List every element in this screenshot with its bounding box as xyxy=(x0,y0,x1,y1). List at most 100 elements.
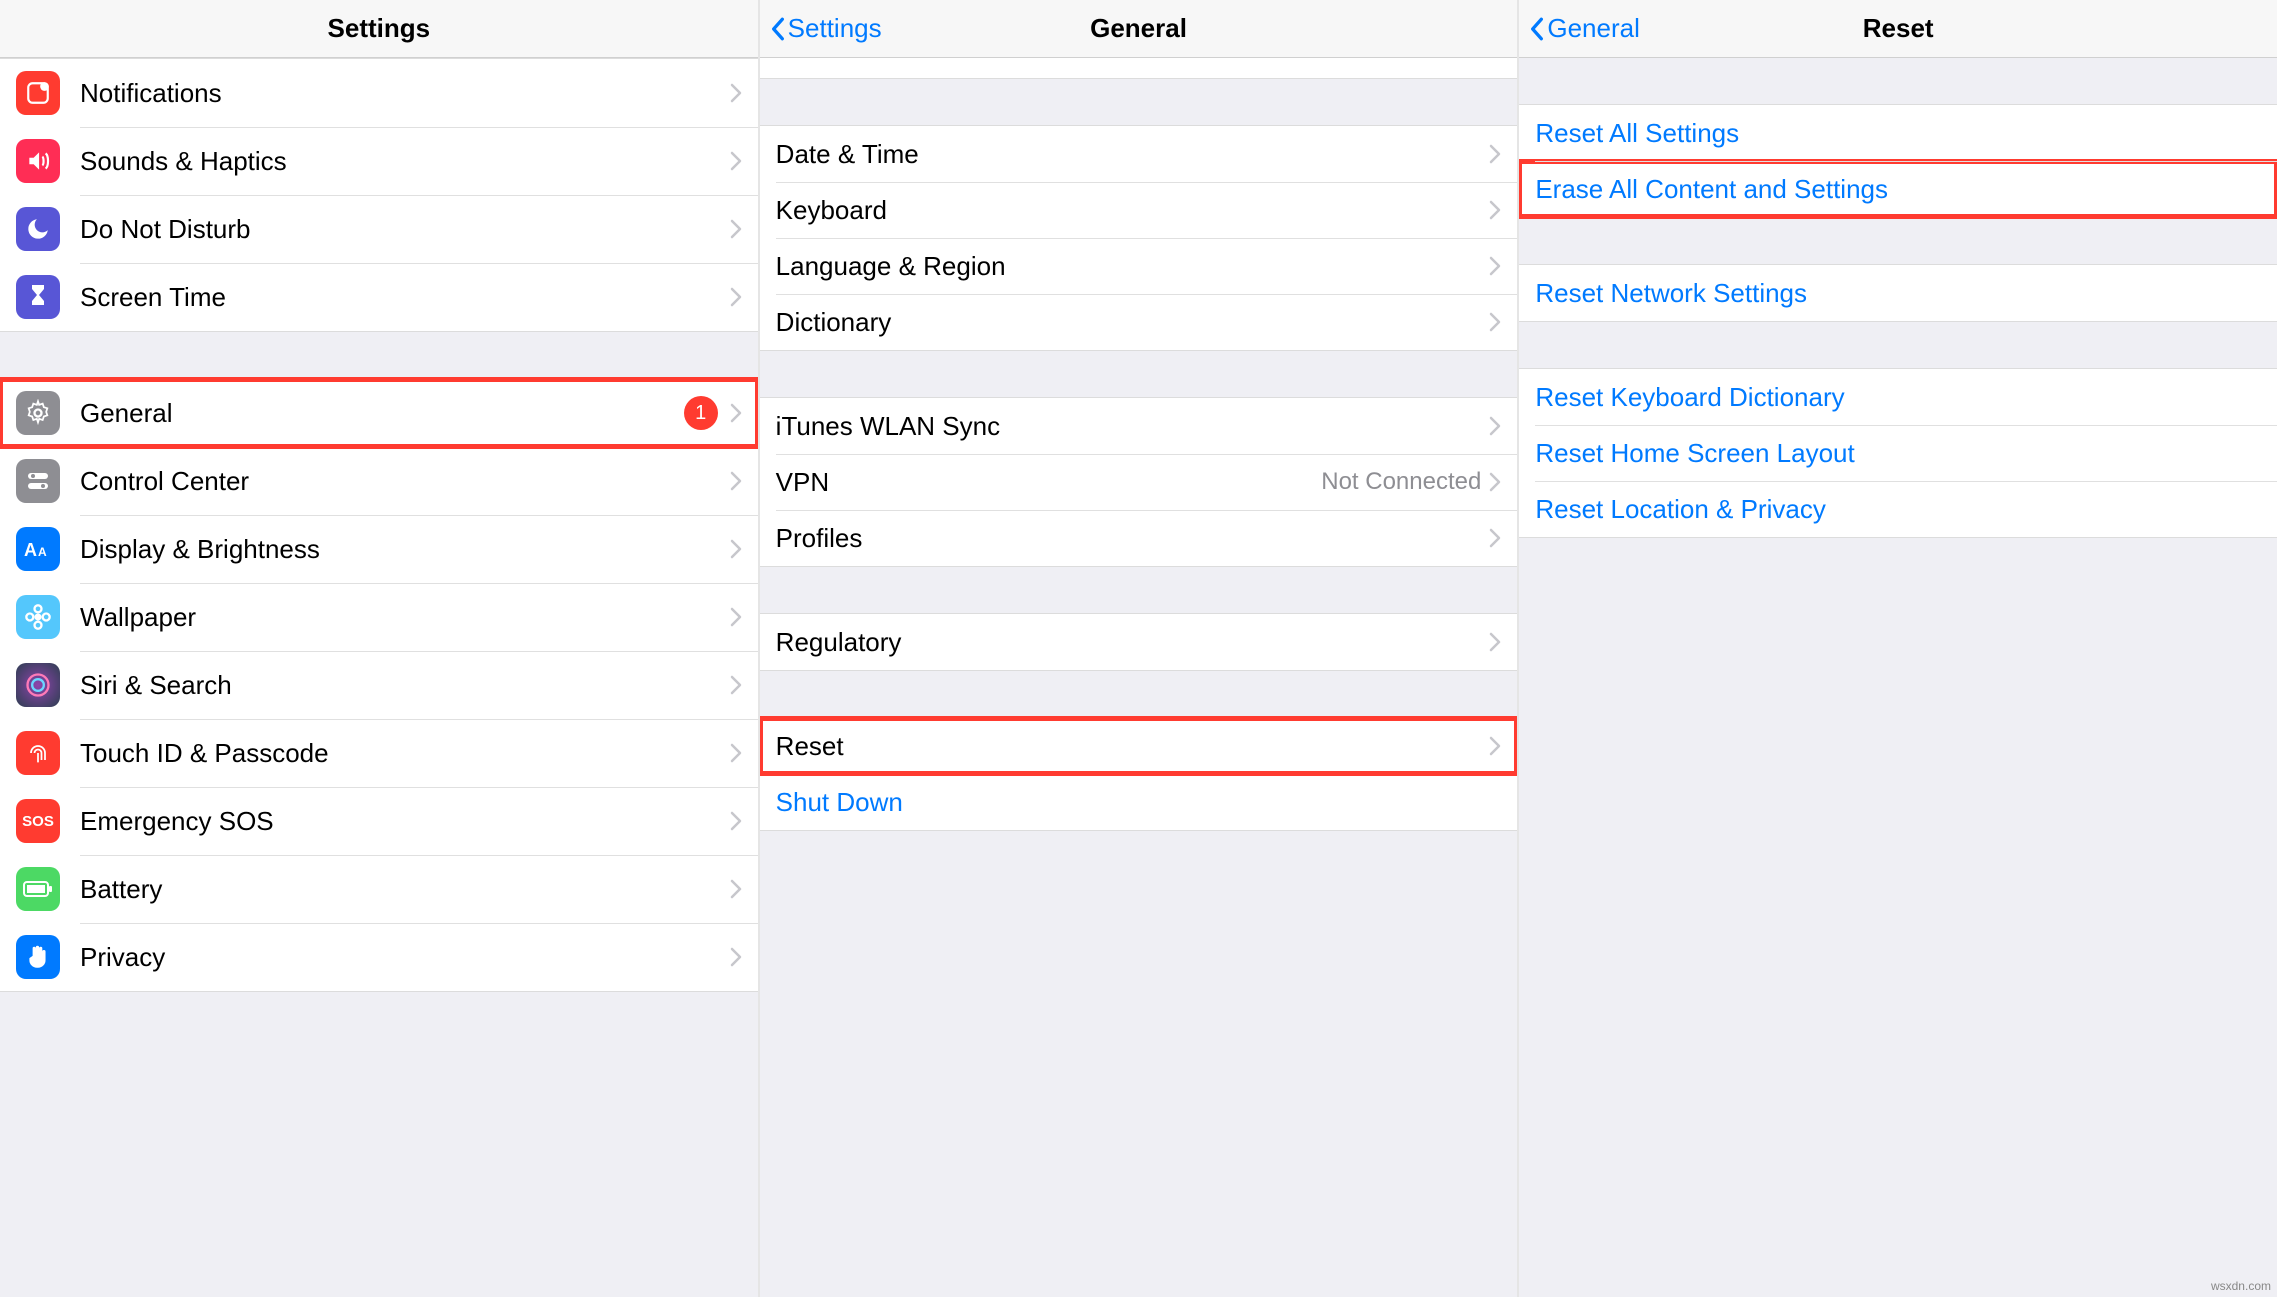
chevron-left-icon xyxy=(770,16,786,42)
row-label: Shut Down xyxy=(776,787,1502,818)
row-datetime[interactable]: Date & Time xyxy=(760,126,1518,182)
row-partial xyxy=(760,58,1518,78)
row-display[interactable]: AA Display & Brightness xyxy=(0,515,758,583)
chevron-right-icon xyxy=(730,811,742,831)
row-sounds[interactable]: Sounds & Haptics xyxy=(0,127,758,195)
row-label: Wallpaper xyxy=(80,602,730,633)
text-size-icon: AA xyxy=(16,527,60,571)
svg-text:A: A xyxy=(24,540,37,559)
sos-icon: SOS xyxy=(16,799,60,843)
row-wallpaper[interactable]: Wallpaper xyxy=(0,583,758,651)
chevron-right-icon xyxy=(730,151,742,171)
row-sos[interactable]: SOS Emergency SOS xyxy=(0,787,758,855)
chevron-right-icon xyxy=(730,879,742,899)
chevron-right-icon xyxy=(1489,144,1501,164)
row-vpn[interactable]: VPN Not Connected xyxy=(760,454,1518,510)
svg-text:A: A xyxy=(38,545,47,559)
chevron-right-icon xyxy=(730,607,742,627)
row-label: Reset All Settings xyxy=(1535,118,2261,149)
row-keyboard[interactable]: Keyboard xyxy=(760,182,1518,238)
row-language[interactable]: Language & Region xyxy=(760,238,1518,294)
row-battery[interactable]: Battery xyxy=(0,855,758,923)
chevron-right-icon xyxy=(730,403,742,423)
row-label: Keyboard xyxy=(776,195,1490,226)
row-label: General xyxy=(80,398,684,429)
chevron-right-icon xyxy=(1489,200,1501,220)
row-privacy[interactable]: Privacy xyxy=(0,923,758,991)
row-general[interactable]: General 1 xyxy=(0,379,758,447)
moon-icon xyxy=(16,207,60,251)
row-label: Reset Home Screen Layout xyxy=(1535,438,2261,469)
back-label: General xyxy=(1547,13,1640,44)
row-reset[interactable]: Reset xyxy=(760,718,1518,774)
page-title: Settings xyxy=(328,13,431,44)
back-button[interactable]: General xyxy=(1529,0,1640,57)
row-label: iTunes WLAN Sync xyxy=(776,411,1490,442)
row-shutdown[interactable]: Shut Down xyxy=(760,774,1518,830)
row-touchid[interactable]: Touch ID & Passcode xyxy=(0,719,758,787)
reset-panel: General Reset Reset All Settings Erase A… xyxy=(1519,0,2277,1297)
chevron-left-icon xyxy=(1529,16,1545,42)
chevron-right-icon xyxy=(1489,312,1501,332)
row-label: Reset Keyboard Dictionary xyxy=(1535,382,2261,413)
row-siri[interactable]: Siri & Search xyxy=(0,651,758,719)
nav-header: General Reset xyxy=(1519,0,2277,58)
flower-icon xyxy=(16,595,60,639)
row-profiles[interactable]: Profiles xyxy=(760,510,1518,566)
fingerprint-icon xyxy=(16,731,60,775)
row-detail: Not Connected xyxy=(1321,468,1481,496)
sounds-icon xyxy=(16,139,60,183)
back-button[interactable]: Settings xyxy=(770,0,882,57)
switches-icon xyxy=(16,459,60,503)
row-label: VPN xyxy=(776,467,1322,498)
row-label: Profiles xyxy=(776,523,1490,554)
siri-icon xyxy=(16,663,60,707)
row-dnd[interactable]: Do Not Disturb xyxy=(0,195,758,263)
chevron-right-icon xyxy=(1489,528,1501,548)
settings-panel: Settings Notifications Sounds & Haptics xyxy=(0,0,760,1297)
general-panel: Settings General Date & Time Keyboard La… xyxy=(760,0,1520,1297)
chevron-right-icon xyxy=(730,947,742,967)
row-control-center[interactable]: Control Center xyxy=(0,447,758,515)
row-label: Reset xyxy=(776,731,1490,762)
row-label: Do Not Disturb xyxy=(80,214,730,245)
row-label: Reset Network Settings xyxy=(1535,278,2261,309)
row-reset-all[interactable]: Reset All Settings xyxy=(1519,105,2277,161)
chevron-right-icon xyxy=(1489,736,1501,756)
row-reset-location[interactable]: Reset Location & Privacy xyxy=(1519,481,2277,537)
gear-icon xyxy=(16,391,60,435)
row-reset-network[interactable]: Reset Network Settings xyxy=(1519,265,2277,321)
chevron-right-icon xyxy=(730,675,742,695)
row-label: Language & Region xyxy=(776,251,1490,282)
row-notifications[interactable]: Notifications xyxy=(0,59,758,127)
row-reset-home[interactable]: Reset Home Screen Layout xyxy=(1519,425,2277,481)
chevron-right-icon xyxy=(730,471,742,491)
row-label: Regulatory xyxy=(776,627,1490,658)
back-label: Settings xyxy=(788,13,882,44)
row-label: Reset Location & Privacy xyxy=(1535,494,2261,525)
row-regulatory[interactable]: Regulatory xyxy=(760,614,1518,670)
chevron-right-icon xyxy=(1489,472,1501,492)
row-label: Privacy xyxy=(80,942,730,973)
badge-count: 1 xyxy=(684,396,718,430)
row-label: Screen Time xyxy=(80,282,730,313)
nav-header: Settings General xyxy=(760,0,1518,58)
hand-icon xyxy=(16,935,60,979)
notifications-icon xyxy=(16,71,60,115)
page-title: General xyxy=(1090,13,1187,44)
row-label: Control Center xyxy=(80,466,730,497)
row-label: Dictionary xyxy=(776,307,1490,338)
nav-header: Settings xyxy=(0,0,758,58)
row-itunes-sync[interactable]: iTunes WLAN Sync xyxy=(760,398,1518,454)
row-erase-all[interactable]: Erase All Content and Settings xyxy=(1519,161,2277,217)
watermark: wsxdn.com xyxy=(2211,1279,2271,1293)
row-dictionary[interactable]: Dictionary xyxy=(760,294,1518,350)
row-label: Display & Brightness xyxy=(80,534,730,565)
row-label: Emergency SOS xyxy=(80,806,730,837)
row-label: Touch ID & Passcode xyxy=(80,738,730,769)
chevron-right-icon xyxy=(730,743,742,763)
row-reset-keyboard[interactable]: Reset Keyboard Dictionary xyxy=(1519,369,2277,425)
row-label: Sounds & Haptics xyxy=(80,146,730,177)
row-screentime[interactable]: Screen Time xyxy=(0,263,758,331)
chevron-right-icon xyxy=(730,83,742,103)
